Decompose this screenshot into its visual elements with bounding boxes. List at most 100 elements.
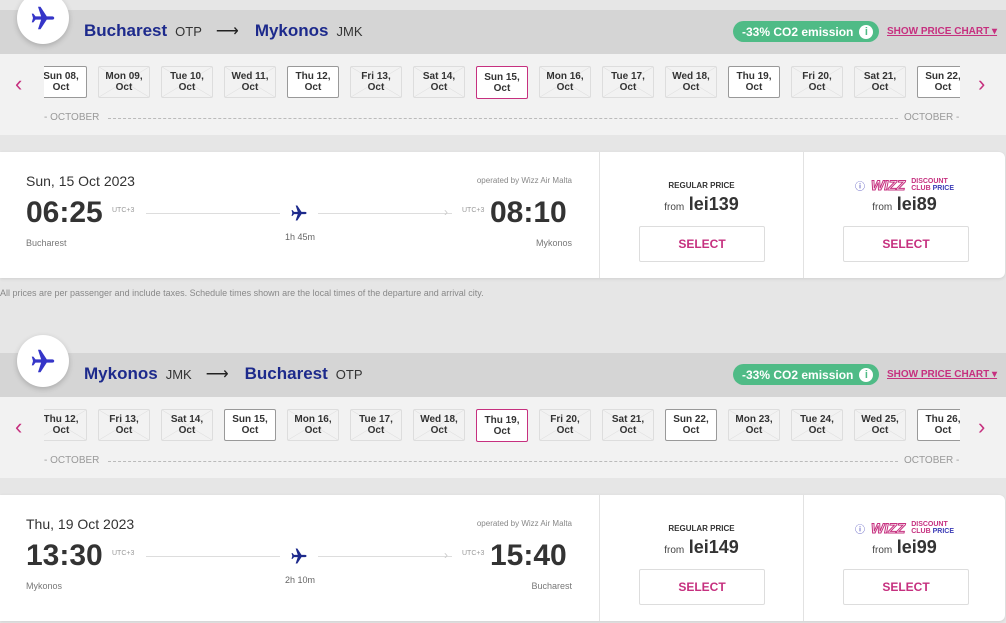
arrival-utc: UTC+3 xyxy=(462,550,485,557)
arrival-time: 15:40 xyxy=(490,539,567,572)
date-option[interactable]: Thu 26, Oct xyxy=(917,409,960,441)
route-line xyxy=(146,213,280,214)
info-icon[interactable]: i xyxy=(859,367,874,382)
info-icon[interactable]: i xyxy=(859,24,874,39)
flight-card: Thu, 19 Oct 2023 operated by Wizz Air Ma… xyxy=(0,495,1005,621)
select-regular-button[interactable]: SELECT xyxy=(639,569,765,605)
route-line xyxy=(146,556,280,557)
divider xyxy=(108,118,898,119)
regular-price-box: REGULAR PRICE from lei149 SELECT xyxy=(599,495,803,621)
arrival-utc: UTC+3 xyxy=(462,207,485,214)
date-selector: ‹ Sun 08, Oct Mon 09, Oct Tue 10, Oct Wed 11, O… xyxy=(0,54,1006,135)
route-line xyxy=(318,213,452,214)
date-option[interactable]: Mon 09, Oct xyxy=(98,66,150,98)
date-option[interactable]: Sun 15, Oct xyxy=(224,409,276,441)
regular-price-label: REGULAR PRICE xyxy=(668,524,735,533)
flight-date: Thu, 19 Oct 2023 xyxy=(26,516,135,532)
co2-badge[interactable]: -33% CO2 emission i xyxy=(733,364,880,385)
route-line xyxy=(318,556,452,557)
date-option[interactable]: Sat 14, Oct xyxy=(161,409,213,441)
month-label-left: - OCTOBER xyxy=(44,112,100,123)
date-option[interactable]: Wed 18, Oct xyxy=(413,409,465,441)
date-option[interactable]: Tue 17, Oct xyxy=(602,66,654,98)
month-label-right: OCTOBER - xyxy=(904,455,960,466)
date-option[interactable]: Sun 22, Oct xyxy=(917,66,960,98)
select-regular-button[interactable]: SELECT xyxy=(639,226,765,262)
regular-price-label: REGULAR PRICE xyxy=(668,181,735,190)
regular-price-box: REGULAR PRICE from lei139 SELECT xyxy=(599,152,803,278)
select-club-button[interactable]: SELECT xyxy=(843,569,969,605)
show-price-chart-link[interactable]: SHOW PRICE CHART ▾ xyxy=(887,369,997,380)
date-option[interactable]: Fri 13, Oct xyxy=(98,409,150,441)
chevron-left-icon[interactable]: ‹ xyxy=(15,414,22,440)
date-option[interactable]: Wed 11, Oct xyxy=(224,66,276,98)
date-option[interactable]: Wed 25, Oct xyxy=(854,409,906,441)
origin-code: JMK xyxy=(165,367,192,382)
date-option[interactable]: Sat 14, Oct xyxy=(413,66,465,98)
date-option[interactable]: Thu 12, Oct xyxy=(44,409,87,441)
duration: 1h 45m xyxy=(284,232,316,242)
chevron-right-icon[interactable]: › xyxy=(978,71,985,97)
operator: operated by Wizz Air Malta xyxy=(476,176,572,185)
info-icon[interactable]: ⓘ xyxy=(855,521,865,536)
flight-date: Sun, 15 Oct 2023 xyxy=(26,173,135,189)
date-option[interactable]: Thu 12, Oct xyxy=(287,66,339,98)
destination-code: OTP xyxy=(335,367,363,382)
date-list: Sun 08, Oct Mon 09, Oct Tue 10, Oct Wed 11, Oct… xyxy=(44,66,960,102)
flight-card: Sun, 15 Oct 2023 operated by Wizz Air Ma… xyxy=(0,152,1005,278)
date-option[interactable]: Tue 17, Oct xyxy=(350,409,402,441)
date-list: Thu 12, Oct Fri 13, Oct Sat 14, Oct Sun 15, Oct… xyxy=(44,409,960,445)
club-price-box: ⓘ WIZZ DISCOUNT CLUB PRICE from lei89 SELEC… xyxy=(803,152,1005,278)
from-label: from xyxy=(872,545,893,556)
origin-city: Mykonos xyxy=(84,364,158,383)
date-option[interactable]: Wed 18, Oct xyxy=(665,66,717,98)
from-label: from xyxy=(664,545,685,556)
date-option[interactable]: Sat 21, Oct xyxy=(854,66,906,98)
date-option[interactable]: Mon 23, Oct xyxy=(728,409,780,441)
club-price-box: ⓘ WIZZ DISCOUNT CLUB PRICE from lei99 SELEC… xyxy=(803,495,1005,621)
arrival-city: Bucharest xyxy=(531,581,572,591)
date-option[interactable]: Fri 20, Oct xyxy=(791,66,843,98)
date-option[interactable]: Sun 08, Oct xyxy=(44,66,87,98)
plane-icon xyxy=(17,0,69,44)
destination-city: Bucharest xyxy=(244,364,328,383)
date-option[interactable]: Tue 10, Oct xyxy=(161,66,213,98)
from-label: from xyxy=(872,202,893,213)
club-price-label: DISCOUNT CLUB PRICE xyxy=(911,521,954,535)
date-option[interactable]: Sun 22, Oct xyxy=(665,409,717,441)
select-club-button[interactable]: SELECT xyxy=(843,226,969,262)
departure-city: Mykonos xyxy=(26,581,63,591)
price-footnote: All prices are per passenger and include… xyxy=(0,288,484,298)
destination-code: JMK xyxy=(336,24,363,39)
date-option[interactable]: Thu 19, Oct xyxy=(728,66,780,98)
chevron-right-icon[interactable]: › xyxy=(978,414,985,440)
regular-price: lei139 xyxy=(688,194,739,214)
duration: 2h 10m xyxy=(284,575,316,585)
arrival-time: 08:10 xyxy=(490,196,567,229)
departure-time: 06:25 xyxy=(26,196,103,229)
route: Bucharest OTP ⟶ Mykonos JMK xyxy=(84,21,369,41)
date-option[interactable]: Thu 19, Oct xyxy=(476,409,528,442)
date-option[interactable]: Sat 21, Oct xyxy=(602,409,654,441)
regular-price: lei149 xyxy=(688,537,739,557)
route-header: Bucharest OTP ⟶ Mykonos JMK -33% CO2 emi… xyxy=(0,0,1006,54)
co2-label: -33% CO2 emission xyxy=(742,367,854,382)
date-option[interactable]: Fri 20, Oct xyxy=(539,409,591,441)
club-price: lei89 xyxy=(896,194,937,214)
destination-city: Mykonos xyxy=(254,21,329,40)
price-chart-label: SHOW PRICE CHART xyxy=(887,26,990,37)
chevron-left-icon[interactable]: ‹ xyxy=(15,71,22,97)
arrow-right-icon: › xyxy=(444,205,448,219)
date-option[interactable]: Fri 13, Oct xyxy=(350,66,402,98)
departure-utc: UTC+3 xyxy=(112,550,135,557)
date-option[interactable]: Mon 16, Oct xyxy=(287,409,339,441)
show-price-chart-link[interactable]: SHOW PRICE CHART ▾ xyxy=(887,26,997,37)
origin-code: OTP xyxy=(175,24,202,39)
date-option[interactable]: Tue 24, Oct xyxy=(791,409,843,441)
co2-badge[interactable]: -33% CO2 emission i xyxy=(733,21,880,42)
date-option[interactable]: Mon 16, Oct xyxy=(539,66,591,98)
date-option[interactable]: Sun 15, Oct xyxy=(476,66,528,99)
departure-time: 13:30 xyxy=(26,539,103,572)
info-icon[interactable]: ⓘ xyxy=(855,178,865,193)
month-label-left: - OCTOBER xyxy=(44,455,100,466)
